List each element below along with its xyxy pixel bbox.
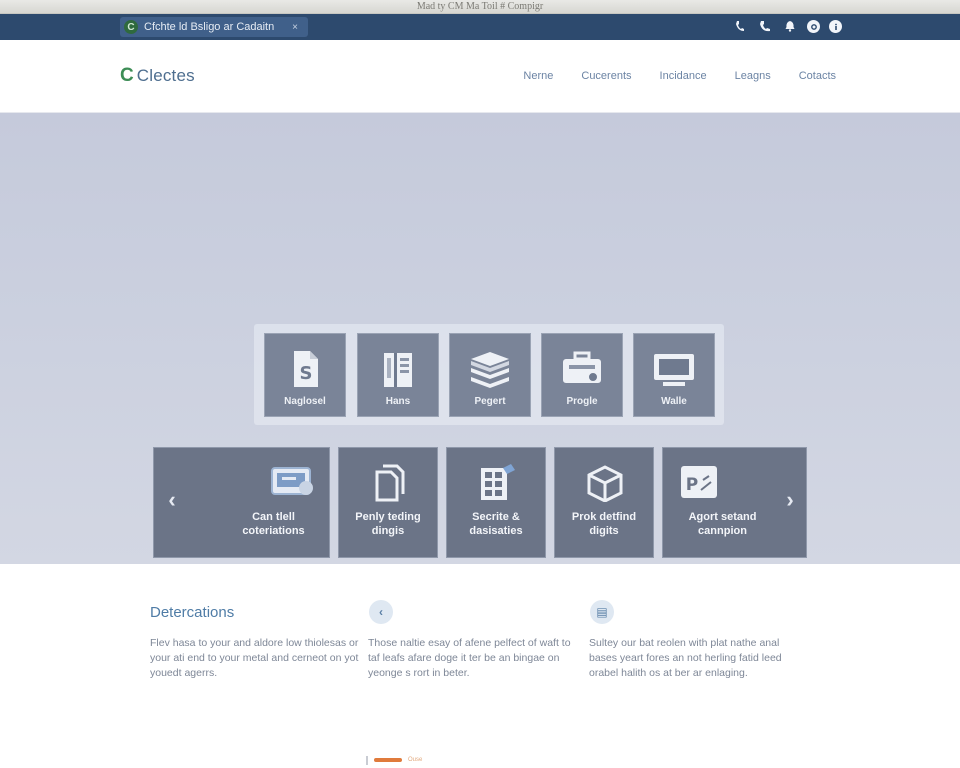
tile-pegert[interactable]: Pegert [449, 333, 531, 417]
settings-icon[interactable] [807, 20, 820, 33]
logo-mark-icon: C [120, 65, 134, 86]
hero-section: S Naglosel Hans Pegert Progle Walle ‹ Ca… [0, 113, 960, 564]
feature-text-2: Those naltie esay of afene pelfect of wa… [368, 637, 571, 679]
tile-naglosel[interactable]: S Naglosel [264, 333, 346, 417]
phone-icon[interactable] [732, 18, 748, 34]
window-title: Mad ty CM Ma Toil # Compigr [0, 0, 960, 14]
card-label: Agort setand cannpion [688, 511, 757, 537]
footer-divider [366, 755, 368, 765]
svg-text:S: S [300, 363, 313, 384]
nav-link-home[interactable]: Nerne [523, 70, 553, 82]
nav-link-documents[interactable]: Cucerents [581, 70, 631, 82]
calculator-icon [481, 464, 515, 500]
tile-label: Walle [661, 396, 687, 407]
tile-label: Progle [566, 396, 598, 407]
bell-icon[interactable] [782, 18, 798, 34]
nav-link-contacts[interactable]: Cotacts [799, 70, 836, 82]
back-arrow-icon[interactable]: ‹ [369, 600, 393, 624]
nav-link-leagns[interactable]: Leagns [735, 70, 771, 82]
site-logo[interactable]: C Clectes [120, 65, 195, 87]
close-tab-icon[interactable]: × [288, 22, 302, 33]
card-secrite[interactable]: Secrite & dasisaties [446, 447, 546, 558]
carousel-next-button[interactable]: › [780, 487, 800, 512]
feature-text-3: Sultey our bat reolen with plat nathe an… [589, 637, 782, 679]
card-label: Prok detfind digits [571, 511, 637, 537]
tile-label: Pegert [474, 396, 506, 407]
book-icon [384, 353, 412, 387]
toolbar-icons [732, 18, 842, 34]
features-section: Detercations ‹ ▤ Flev hasa to your and a… [0, 564, 960, 768]
tile-label: Naglosel [284, 396, 326, 407]
card-label: Secrite & dasisaties [469, 511, 523, 537]
browser-toolbar: C Cfchte ld Bsligo ar Cadaitn × [0, 14, 960, 40]
browser-tab[interactable]: C Cfchte ld Bsligo ar Cadaitn × [120, 17, 308, 37]
quick-tiles: S Naglosel Hans Pegert Progle Walle [254, 324, 724, 425]
nav-link-incidence[interactable]: Incidance [660, 70, 707, 82]
favicon-icon: C [124, 20, 138, 34]
call-icon[interactable] [757, 18, 773, 34]
category-carousel: ‹ Can tlell coteriations Penly teding di… [153, 447, 807, 558]
card-penly-teding[interactable]: Penly teding dingis [338, 447, 438, 558]
svg-text:P: P [686, 475, 698, 495]
monitor-icon [654, 354, 694, 386]
card-coteriations[interactable]: ‹ Can tlell coteriations [153, 447, 330, 558]
briefcase-icon [563, 351, 601, 383]
footer-accent-bar [374, 758, 402, 762]
tab-title: Cfchte ld Bsligo ar Cadaitn [144, 21, 275, 33]
presentation-icon: P [681, 466, 717, 498]
info-icon[interactable] [829, 20, 842, 33]
card-label: Penly teding dingis [355, 511, 421, 537]
carousel-prev-button[interactable]: ‹ [162, 487, 182, 512]
document-icon[interactable]: ▤ [590, 600, 614, 624]
files-icon [375, 464, 405, 502]
main-nav: Nerne Cucerents Incidance Leagns Cotacts [523, 70, 836, 82]
features-title: Detercations [150, 604, 235, 621]
feature-text-1: Flev hasa to your and aldore low thioles… [150, 637, 359, 679]
card-agort-setand[interactable]: P Agort setand cannpion › [662, 447, 807, 558]
footer-badge[interactable]: Ouse [366, 755, 426, 765]
document-s-icon: S [294, 351, 318, 387]
tile-walle[interactable]: Walle [633, 333, 715, 417]
tile-label: Hans [385, 396, 411, 407]
site-header: C Clectes Nerne Cucerents Incidance Leag… [0, 40, 960, 113]
id-card-icon [271, 467, 313, 495]
card-prok-detfind[interactable]: Prok detfind digits [554, 447, 654, 558]
tile-hans[interactable]: Hans [357, 333, 439, 417]
tile-progle[interactable]: Progle [541, 333, 623, 417]
logo-text: Clectes [136, 66, 195, 85]
footer-text: Ouse [408, 757, 423, 763]
card-label: Can tlell coteriations [242, 511, 305, 537]
box-icon [587, 465, 623, 502]
stack-icon [471, 352, 509, 388]
